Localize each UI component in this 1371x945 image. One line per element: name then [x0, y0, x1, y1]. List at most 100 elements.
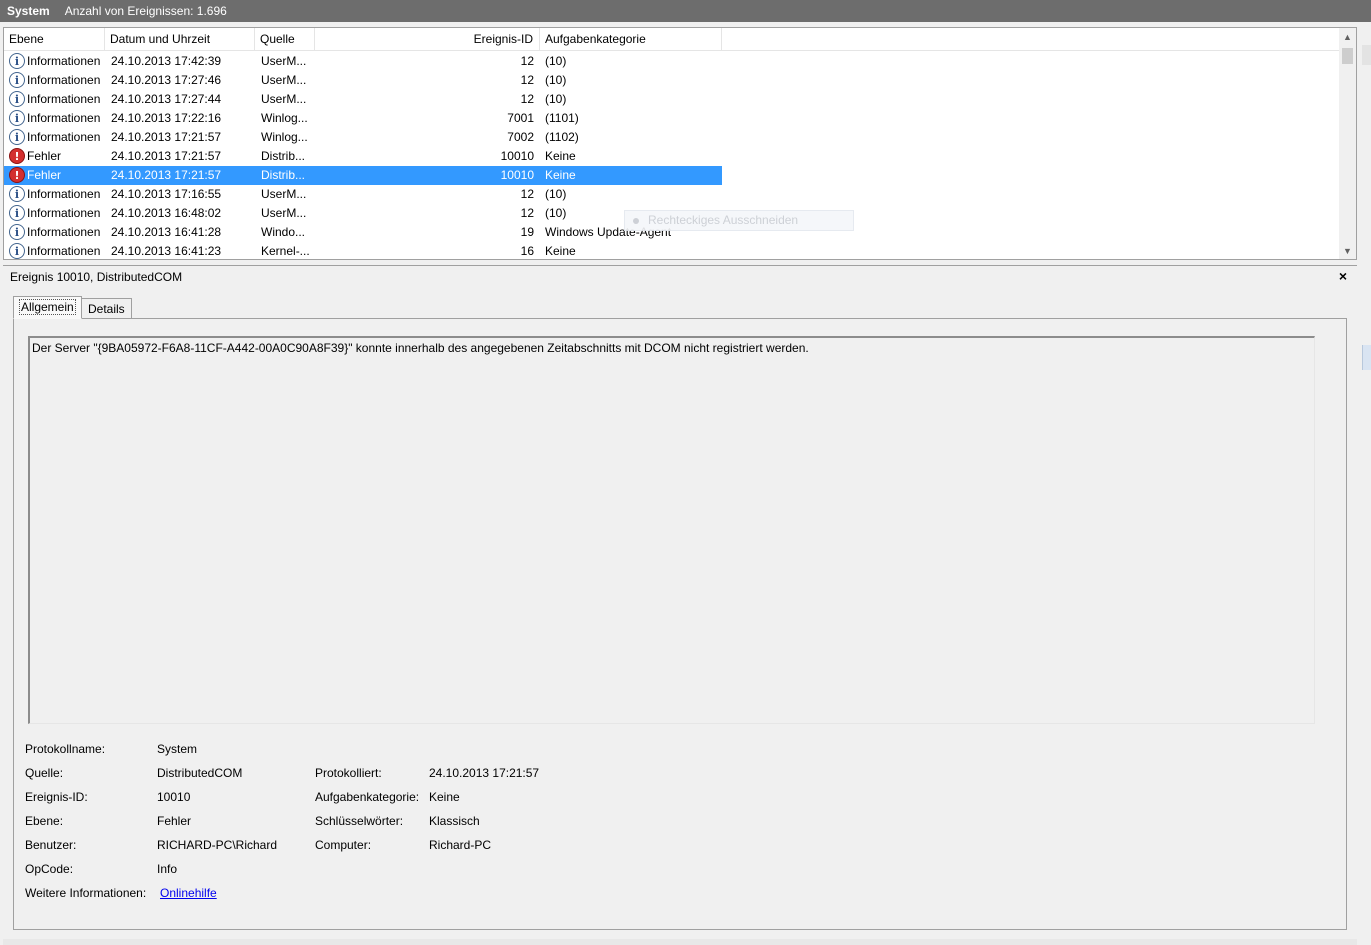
right-edge-tab[interactable] [1362, 345, 1371, 370]
table-row[interactable]: i Informationen 24.10.2013 17:27:46 UserM..… [4, 71, 722, 90]
prop-logname-label: Protokollname: [25, 742, 106, 756]
table-row[interactable]: ! Fehler 24.10.2013 17:21:57 Distrib... 1001… [4, 147, 722, 166]
cell-level: Informationen [27, 54, 101, 68]
tab-details[interactable]: Details [81, 298, 132, 319]
table-row[interactable]: i Informationen 24.10.2013 17:16:55 UserM..… [4, 185, 722, 204]
cell-datetime: 24.10.2013 17:21:57 [111, 149, 222, 163]
column-source[interactable]: Quelle [255, 28, 315, 51]
bottom-bar [3, 939, 1357, 945]
cell-level: Informationen [27, 187, 101, 201]
cell-level: Informationen [27, 92, 101, 106]
cell-source: UserM... [261, 187, 307, 201]
log-name: System [7, 4, 50, 18]
cell-source: UserM... [261, 92, 307, 106]
cell-datetime: 24.10.2013 17:27:44 [111, 92, 222, 106]
table-row[interactable]: i Informationen 24.10.2013 16:41:23 Kernel-… [4, 242, 722, 259]
cell-source: Winlog... [261, 130, 308, 144]
prop-taskcat-value: Keine [429, 790, 460, 804]
column-level[interactable]: Ebene [4, 28, 105, 51]
table-row[interactable]: i Informationen 24.10.2013 16:48:02 UserM..… [4, 204, 722, 223]
cell-event-id: 7002 [507, 130, 534, 144]
prop-logged-value: 24.10.2013 17:21:57 [429, 766, 540, 780]
scroll-thumb[interactable] [1342, 48, 1353, 64]
info-icon: i [9, 129, 25, 145]
right-edge-strip [1362, 45, 1371, 65]
scroll-up-icon[interactable]: ▲ [1339, 28, 1356, 45]
prop-taskcat-label: Aufgabenkategorie: [315, 790, 420, 804]
cell-task-category: (10) [545, 54, 567, 68]
event-message[interactable]: Der Server "{9BA05972-F6A8-11CF-A442-00A… [28, 336, 1315, 724]
cell-event-id: 19 [520, 225, 534, 239]
prop-level-value: Fehler [157, 814, 192, 828]
close-icon[interactable]: × [1339, 268, 1347, 284]
prop-opcode-label: OpCode: [25, 862, 74, 876]
prop-eventid-value: 10010 [157, 790, 191, 804]
cell-level: Informationen [27, 111, 101, 125]
tab-allgemein[interactable]: Allgemein [13, 296, 82, 319]
cell-task-category: (10) [545, 187, 567, 201]
detail-title: Ereignis 10010, DistributedCOM [10, 270, 183, 284]
cell-level: Informationen [27, 225, 101, 239]
scroll-down-icon[interactable]: ▼ [1339, 242, 1356, 259]
cell-task-category: (10) [545, 92, 567, 106]
cell-level: Fehler [27, 149, 62, 163]
cell-task-category: Keine [545, 168, 576, 182]
cell-datetime: 24.10.2013 17:42:39 [111, 54, 222, 68]
cell-datetime: 24.10.2013 17:16:55 [111, 187, 222, 201]
table-row[interactable]: i Informationen 24.10.2013 17:22:16 Winlog.… [4, 109, 722, 128]
prop-user-label: Benutzer: [25, 838, 77, 852]
cell-event-id: 10010 [500, 168, 534, 182]
cell-datetime: 24.10.2013 17:21:57 [111, 168, 222, 182]
table-row[interactable]: i Informationen 24.10.2013 16:41:28 Windo..… [4, 223, 722, 242]
prop-opcode-value: Info [157, 862, 178, 876]
cell-event-id: 12 [520, 206, 534, 220]
cell-source: UserM... [261, 206, 307, 220]
cell-level: Informationen [27, 244, 101, 258]
table-row[interactable]: i Informationen 24.10.2013 17:42:39 UserM..… [4, 52, 722, 71]
table-row[interactable]: i Informationen 24.10.2013 17:21:57 Winlog.… [4, 128, 722, 147]
event-count: Anzahl von Ereignissen: 1.696 [64, 4, 227, 18]
info-icon: i [9, 53, 25, 69]
cell-task-category: Keine [545, 149, 576, 163]
column-task-category[interactable]: Aufgabenkategorie [540, 28, 722, 51]
info-icon: i [9, 205, 25, 221]
cell-event-id: 12 [520, 187, 534, 201]
event-list[interactable]: Ebene Datum und Uhrzeit Quelle Ereignis-… [3, 27, 1357, 260]
prop-source-value: DistributedCOM [157, 766, 243, 780]
cell-task-category: (1101) [545, 111, 579, 125]
cell-datetime: 24.10.2013 16:41:23 [111, 244, 222, 258]
cell-source: Kernel-... [261, 244, 310, 258]
cell-level: Informationen [27, 130, 101, 144]
info-icon: i [9, 91, 25, 107]
prop-moreinfo-label: Weitere Informationen: [25, 886, 147, 900]
cell-task-category: (10) [545, 206, 567, 220]
cell-task-category: Keine [545, 244, 576, 258]
cell-level: Informationen [27, 73, 101, 87]
prop-logged-label: Protokolliert: [315, 766, 382, 780]
cell-source: Winlog... [261, 111, 308, 125]
cell-datetime: 24.10.2013 17:22:16 [111, 111, 222, 125]
prop-computer-label: Computer: [315, 838, 372, 852]
cell-level: Fehler [27, 168, 62, 182]
prop-source-label: Quelle: [25, 766, 64, 780]
cell-task-category: (10) [545, 73, 567, 87]
ghost-tooltip: Rechteckiges Ausschneiden [624, 210, 854, 231]
event-detail-panel: Ereignis 10010, DistributedCOM × Allgeme… [3, 265, 1357, 938]
column-event-id[interactable]: Ereignis-ID [315, 28, 540, 51]
error-icon: ! [9, 167, 25, 183]
table-row[interactable]: ! Fehler 24.10.2013 17:21:57 Distrib... 1001… [4, 166, 722, 185]
prop-keywords-label: Schlüsselwörter: [315, 814, 404, 828]
table-row[interactable]: i Informationen 24.10.2013 17:27:44 UserM..… [4, 90, 722, 109]
cell-datetime: 24.10.2013 17:21:57 [111, 130, 222, 144]
prop-keywords-value: Klassisch [429, 814, 480, 828]
cell-task-category: (1102) [545, 130, 579, 144]
cell-event-id: 10010 [500, 149, 534, 163]
online-help-link[interactable]: Onlinehilfe [160, 886, 217, 900]
info-icon: i [9, 186, 25, 202]
prop-user-value: RICHARD-PC\Richard [157, 838, 278, 852]
prop-level-label: Ebene: [25, 814, 64, 828]
vertical-scrollbar[interactable]: ▲ ▼ [1339, 28, 1356, 259]
info-icon: i [9, 110, 25, 126]
cell-source: UserM... [261, 54, 307, 68]
column-datetime[interactable]: Datum und Uhrzeit [105, 28, 255, 51]
